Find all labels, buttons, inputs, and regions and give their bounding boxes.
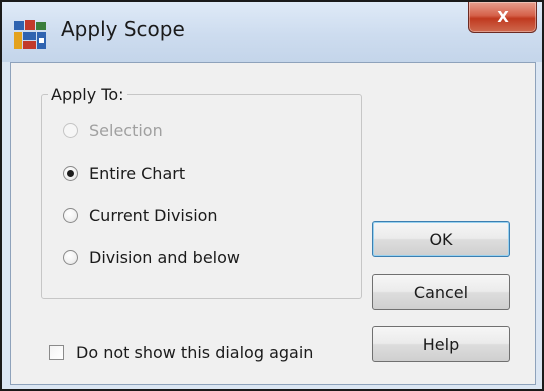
svg-text:X: X — [497, 9, 509, 25]
close-button[interactable]: X — [468, 2, 537, 33]
radio-button[interactable] — [63, 165, 78, 181]
close-icon: X — [497, 9, 509, 25]
radio-button[interactable] — [63, 207, 78, 223]
radio-button[interactable] — [63, 249, 78, 265]
radio-label-entire-chart[interactable]: Entire Chart — [89, 164, 185, 183]
radio-label-current-division[interactable]: Current Division — [89, 206, 218, 225]
radio-selection: Selection — [63, 119, 163, 141]
radio-label-selection: Selection — [89, 120, 163, 140]
dont-show-again-checkbox[interactable] — [49, 345, 64, 360]
radio-selected-dot — [67, 169, 74, 177]
apply-to-legend: Apply To: — [51, 85, 124, 104]
help-button[interactable]: Help — [372, 326, 510, 362]
chart-app-icon — [13, 19, 47, 51]
radio-button — [63, 122, 78, 138]
dialog-body: Apply To: Selection Entire Chart Current… — [10, 62, 536, 385]
cancel-button[interactable]: Cancel — [372, 274, 510, 310]
radio-label-division-and-below[interactable]: Division and below — [89, 248, 240, 267]
dont-show-again-label[interactable]: Do not show this dialog again — [76, 343, 313, 362]
ok-button[interactable]: OK — [372, 221, 510, 257]
radio-current-division[interactable]: Current Division — [63, 204, 218, 226]
dont-show-again-option[interactable]: Do not show this dialog again — [49, 343, 313, 362]
radio-division-and-below[interactable]: Division and below — [63, 246, 240, 268]
dialog-title: Apply Scope — [61, 17, 185, 41]
apply-scope-dialog: Apply Scope X Apply To: Selection Entire… — [0, 0, 544, 391]
title-bar[interactable]: Apply Scope X — [2, 2, 542, 62]
radio-entire-chart[interactable]: Entire Chart — [63, 162, 185, 184]
